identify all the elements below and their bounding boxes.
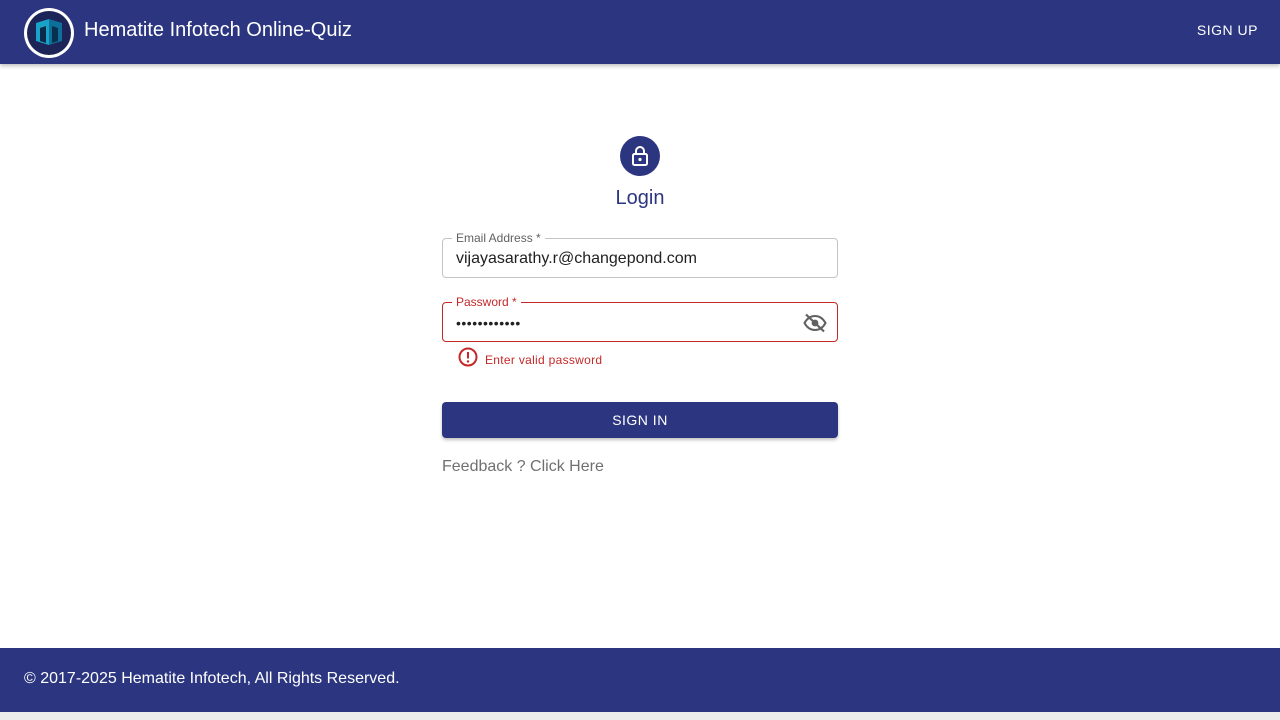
- email-label: Email Address *: [452, 231, 545, 245]
- bottom-divider: [0, 712, 1280, 720]
- sign-up-button[interactable]: SIGN UP: [1197, 22, 1258, 38]
- eye-off-icon[interactable]: [803, 312, 827, 334]
- copyright-text: © 2017-2025 Hematite Infotech, All Right…: [24, 670, 400, 687]
- hematite-logo-icon[interactable]: [24, 8, 74, 58]
- login-title: Login: [615, 187, 665, 209]
- error-circle-icon: [458, 347, 478, 372]
- footer: © 2017-2025 Hematite Infotech, All Right…: [0, 648, 1280, 712]
- password-label: Password *: [452, 295, 521, 309]
- password-input[interactable]: ••••••••••••: [456, 315, 796, 331]
- sign-in-button[interactable]: SIGN IN: [442, 402, 838, 438]
- app-bar: Hematite Infotech Online-Quiz SIGN UP: [0, 0, 1280, 64]
- email-input[interactable]: vijayasarathy.r@changepond.com: [456, 250, 796, 268]
- password-error-text: Enter valid password: [485, 352, 603, 367]
- email-field[interactable]: Email Address * vijayasarathy.r@changepo…: [442, 231, 838, 278]
- feedback-link[interactable]: Feedback ? Click Here: [442, 458, 604, 476]
- app-title: Hematite Infotech Online-Quiz: [84, 19, 352, 41]
- password-error: Enter valid password: [458, 347, 602, 372]
- password-field[interactable]: Password * ••••••••••••: [442, 295, 838, 342]
- lock-icon: [620, 136, 660, 176]
